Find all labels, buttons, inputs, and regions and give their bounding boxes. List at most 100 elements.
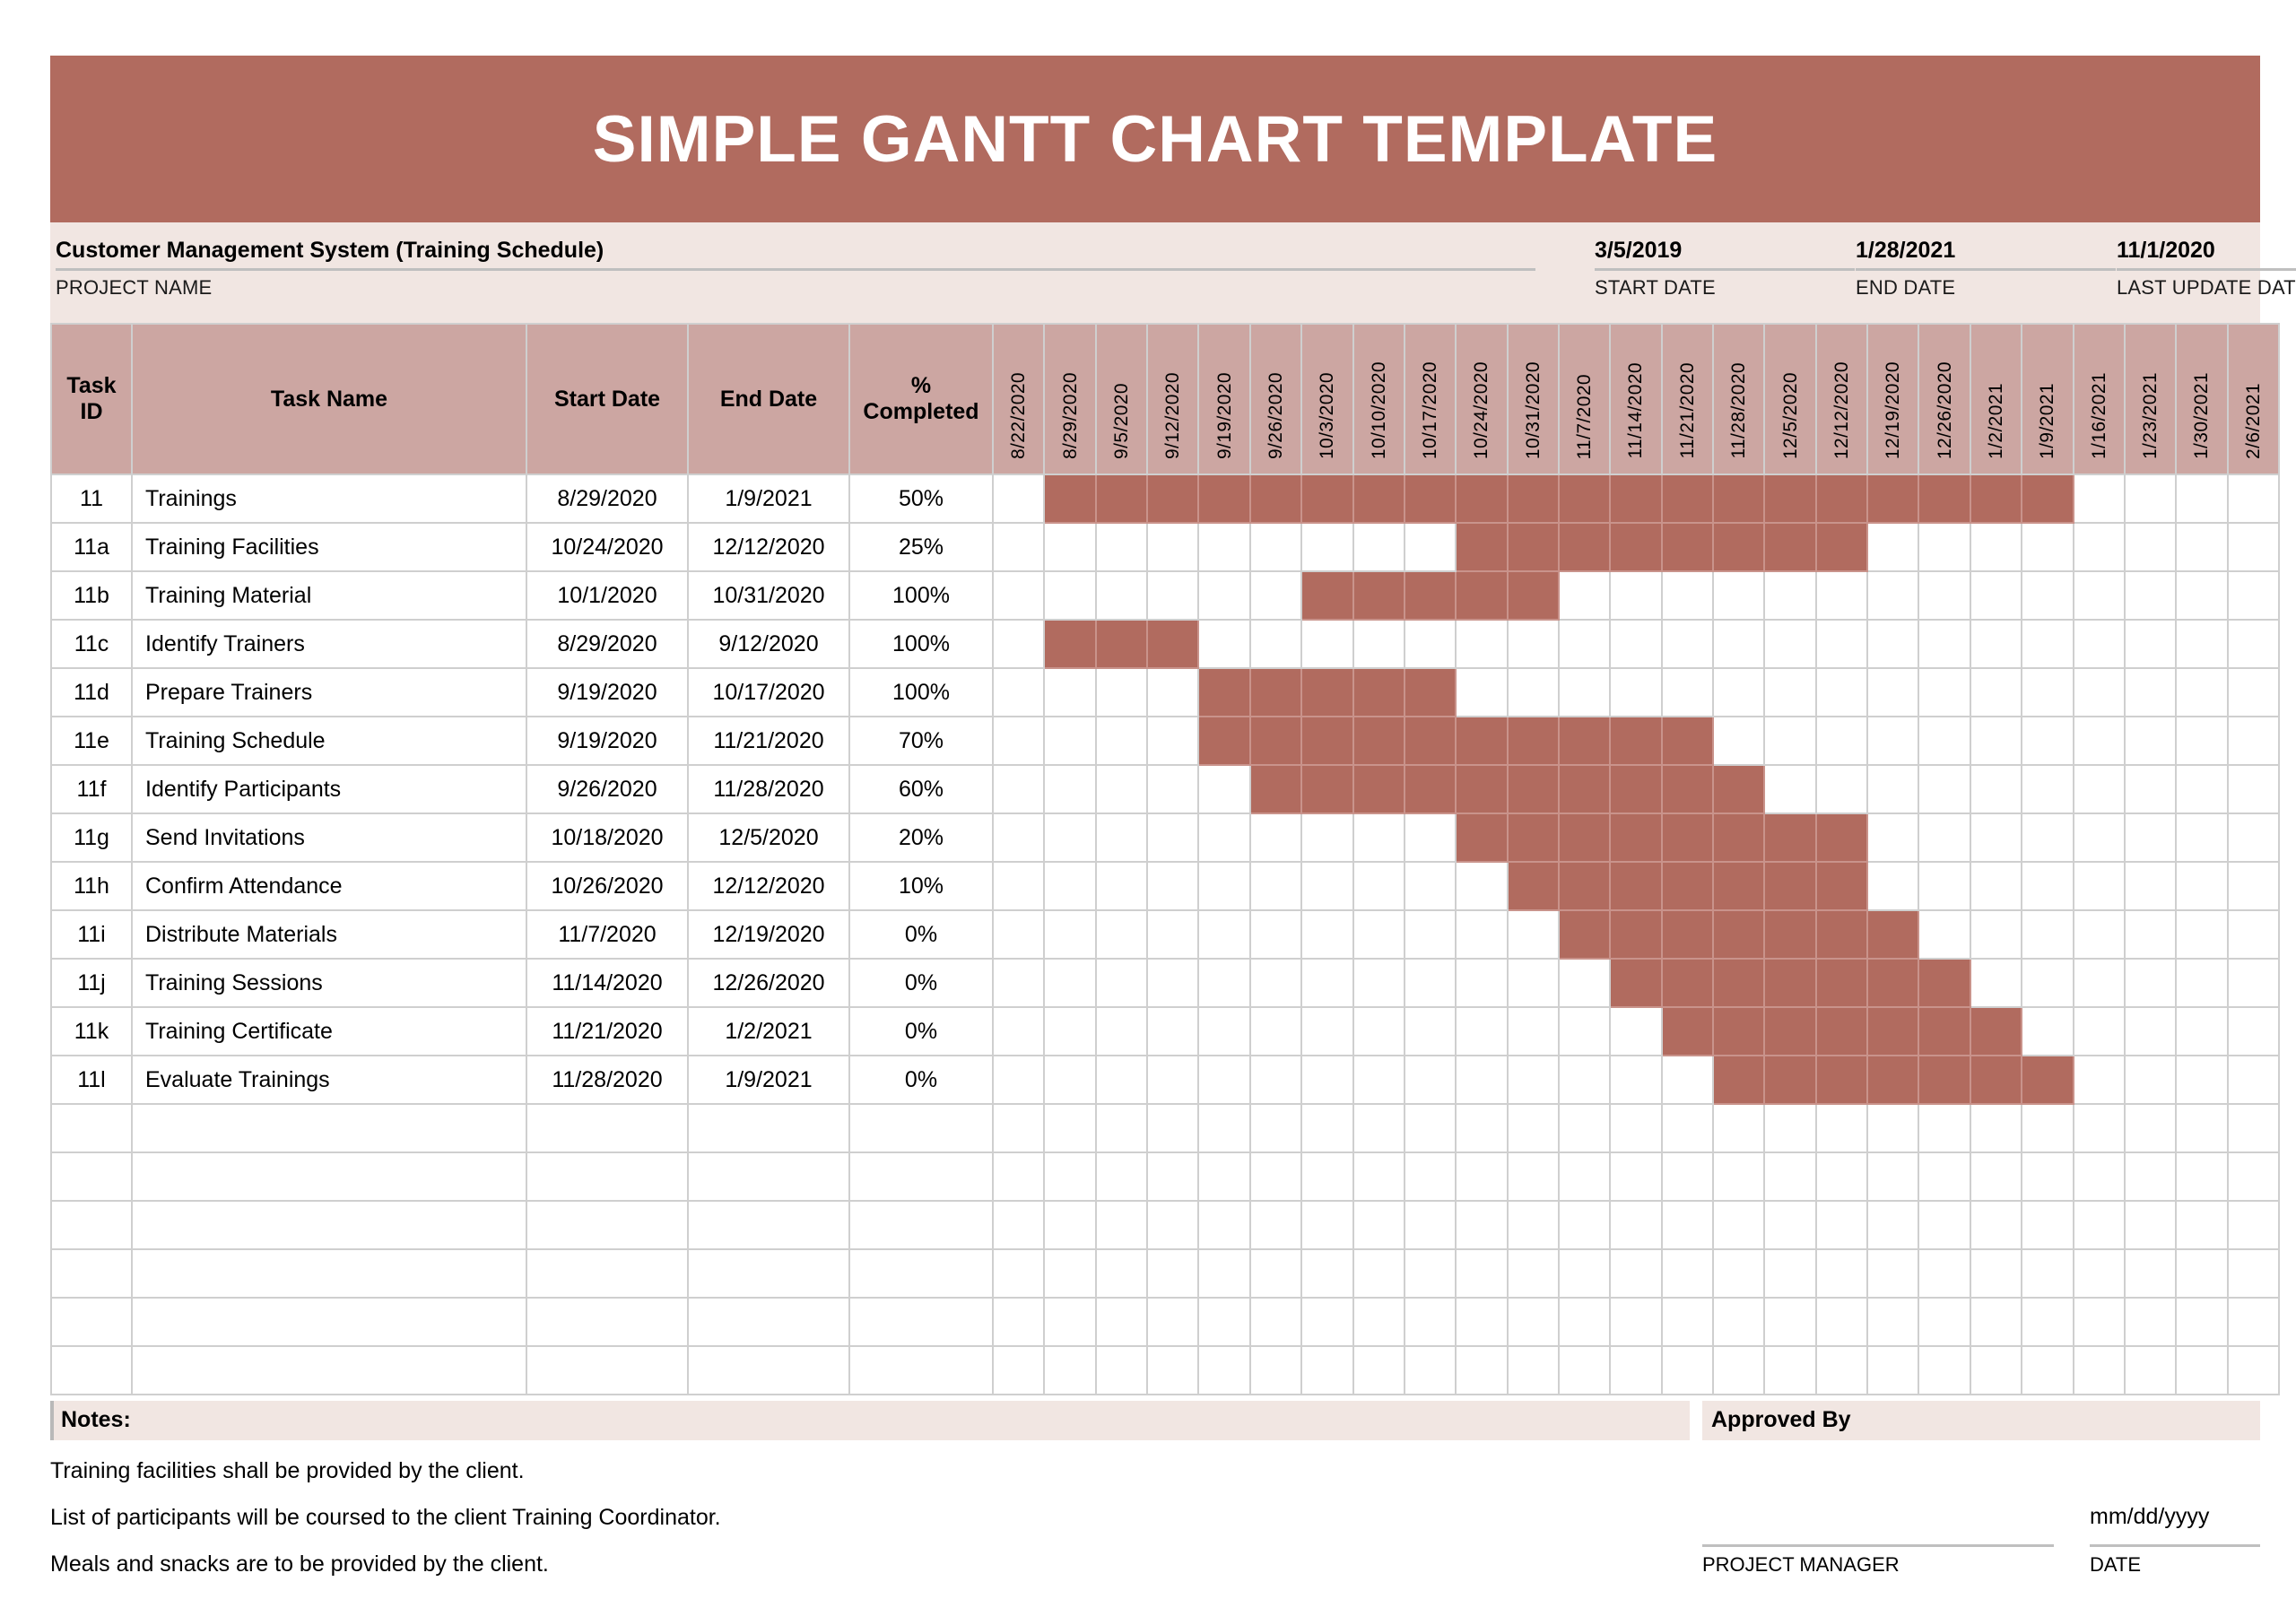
gantt-bar-segment: [1763, 522, 1817, 572]
table-row[interactable]: 11f Identify Participants 9/26/2020 11/28/2…: [50, 764, 2280, 814]
gantt-empty-cell: [1197, 619, 1251, 669]
table-row[interactable]: 11c Identify Trainers 8/29/2020 9/12/2020 10…: [50, 619, 2280, 669]
gantt-empty-cell: [1763, 570, 1817, 621]
table-row[interactable]: 11b Training Material 10/1/2020 10/31/2020 1…: [50, 570, 2280, 621]
empty-cell: [687, 1297, 850, 1347]
table-row[interactable]: 11k Training Certificate 11/21/2020 1/2/202…: [50, 1006, 2280, 1056]
end-date-label: END DATE: [1856, 276, 1956, 299]
project-name-field[interactable]: Customer Management System (Training Sch…: [56, 237, 1535, 300]
task-start-date-cell: 8/29/2020: [526, 474, 689, 524]
gantt-bar-segment: [1814, 813, 1869, 863]
gantt-bar-segment: [1557, 522, 1612, 572]
table-row-empty[interactable]: [50, 1297, 2280, 1347]
last-update-date-field[interactable]: 11/1/2020 LAST UPDATE DATE: [2117, 237, 2296, 300]
empty-cell: [1043, 1248, 1097, 1299]
start-date-field[interactable]: 3/5/2019 START DATE: [1595, 237, 1855, 300]
end-date-field[interactable]: 1/28/2021 END DATE: [1856, 237, 2116, 300]
timeline-header-label: 1/30/2021: [2191, 371, 2213, 459]
timeline-header-label: 10/10/2020: [1368, 361, 1389, 459]
empty-cell: [1248, 1297, 1303, 1347]
task-end-date-cell: 11/28/2020: [687, 764, 850, 814]
timeline-header-label: 12/12/2020: [1831, 361, 1852, 459]
project-manager-signature-field[interactable]: PROJECT MANAGER: [1702, 1489, 2054, 1577]
gantt-empty-cell: [1918, 764, 1971, 814]
table-row[interactable]: 11 Trainings 8/29/2020 1/9/2021 50%: [50, 474, 2280, 524]
gantt-empty-cell: [2226, 667, 2280, 717]
gantt-empty-cell: [2226, 570, 2280, 621]
gantt-empty-cell: [1403, 522, 1457, 572]
gantt-bar-segment: [1763, 1006, 1817, 1056]
gantt-bar-segment: [1300, 474, 1354, 524]
gantt-empty-cell: [1660, 619, 1715, 669]
gantt-bar-segment: [1146, 619, 1200, 669]
empty-cell: [1248, 1345, 1303, 1395]
table-row[interactable]: 11a Training Facilities 10/24/2020 12/12/20…: [50, 522, 2280, 572]
timeline-header-24: 1/30/2021: [2175, 323, 2229, 475]
gantt-chart-page: SIMPLE GANTT CHART TEMPLATE Customer Man…: [0, 0, 2296, 1599]
start-date-label: START DATE: [1595, 276, 1716, 299]
gantt-empty-cell: [1094, 716, 1149, 766]
gantt-bar-segment: [1866, 1006, 1920, 1056]
col-header-end-date: End Date: [687, 323, 850, 475]
gantt-empty-cell: [1918, 570, 1971, 621]
gantt-empty-cell: [1300, 619, 1354, 669]
gantt-empty-cell: [1969, 813, 2023, 863]
task-id-cell: 11a: [50, 522, 133, 572]
gantt-bar-segment: [1043, 619, 1097, 669]
gantt-bar-segment: [1403, 716, 1457, 766]
gantt-empty-cell: [2175, 861, 2229, 911]
approval-date-field[interactable]: mm/dd/yyyy DATE: [2090, 1489, 2260, 1577]
empty-cell: [131, 1297, 527, 1347]
empty-cell: [1814, 1151, 1869, 1202]
empty-cell: [2072, 1103, 2126, 1153]
gantt-bar-segment: [1300, 716, 1354, 766]
empty-cell: [1506, 1151, 1560, 1202]
empty-cell: [1660, 1200, 1715, 1250]
gantt-empty-cell: [1455, 1055, 1509, 1105]
table-row[interactable]: 11i Distribute Materials 11/7/2020 12/19/20…: [50, 909, 2280, 960]
gantt-empty-cell: [1609, 1006, 1663, 1056]
gantt-bar-segment: [1866, 958, 1920, 1008]
table-row[interactable]: 11d Prepare Trainers 9/19/2020 10/17/2020 10…: [50, 667, 2280, 717]
notes-body[interactable]: Training facilities shall be provided by…: [50, 1447, 1690, 1587]
task-pct-completed-cell: 100%: [848, 570, 994, 621]
gantt-bar-segment: [1557, 861, 1612, 911]
gantt-bar-segment: [1814, 1055, 1869, 1105]
gantt-empty-cell: [2175, 474, 2229, 524]
gantt-empty-cell: [1352, 522, 1405, 572]
gantt-bar-segment: [1352, 667, 1405, 717]
gantt-empty-cell: [2021, 716, 2074, 766]
table-row[interactable]: 11l Evaluate Trainings 11/28/2020 1/9/2021 0…: [50, 1055, 2280, 1105]
table-row[interactable]: 11g Send Invitations 10/18/2020 12/5/2020 20…: [50, 813, 2280, 863]
table-row[interactable]: 11j Training Sessions 11/14/2020 12/26/2020…: [50, 958, 2280, 1008]
task-pct-completed-cell: 25%: [848, 522, 994, 572]
empty-cell: [1455, 1297, 1509, 1347]
approved-by-header: Approved By: [1702, 1401, 2260, 1440]
gantt-empty-cell: [1043, 570, 1097, 621]
table-row-empty[interactable]: [50, 1200, 2280, 1250]
gantt-empty-cell: [1094, 1055, 1149, 1105]
gantt-empty-cell: [1300, 909, 1354, 960]
gantt-empty-cell: [991, 522, 1046, 572]
table-row[interactable]: 11e Training Schedule 9/19/2020 11/21/2020 7…: [50, 716, 2280, 766]
gantt-empty-cell: [1146, 909, 1200, 960]
task-id-cell: 11h: [50, 861, 133, 911]
gantt-bar-segment: [1197, 667, 1251, 717]
empty-cell: [687, 1200, 850, 1250]
table-row[interactable]: 11h Confirm Attendance 10/26/2020 12/12/202…: [50, 861, 2280, 911]
empty-cell: [1197, 1248, 1251, 1299]
table-row-empty[interactable]: [50, 1103, 2280, 1153]
table-row-empty[interactable]: [50, 1151, 2280, 1202]
gantt-empty-cell: [1352, 861, 1405, 911]
gantt-empty-cell: [1403, 1006, 1457, 1056]
empty-cell: [1763, 1151, 1817, 1202]
table-row-empty[interactable]: [50, 1248, 2280, 1299]
project-info-strip: Customer Management System (Training Sch…: [50, 222, 2296, 323]
empty-cell: [1712, 1345, 1766, 1395]
gantt-empty-cell: [991, 716, 1046, 766]
table-row-empty[interactable]: [50, 1345, 2280, 1395]
pct-label-line2: Completed: [863, 399, 979, 424]
gantt-empty-cell: [1763, 667, 1817, 717]
gantt-empty-cell: [1866, 716, 1920, 766]
gantt-empty-cell: [1609, 1055, 1663, 1105]
